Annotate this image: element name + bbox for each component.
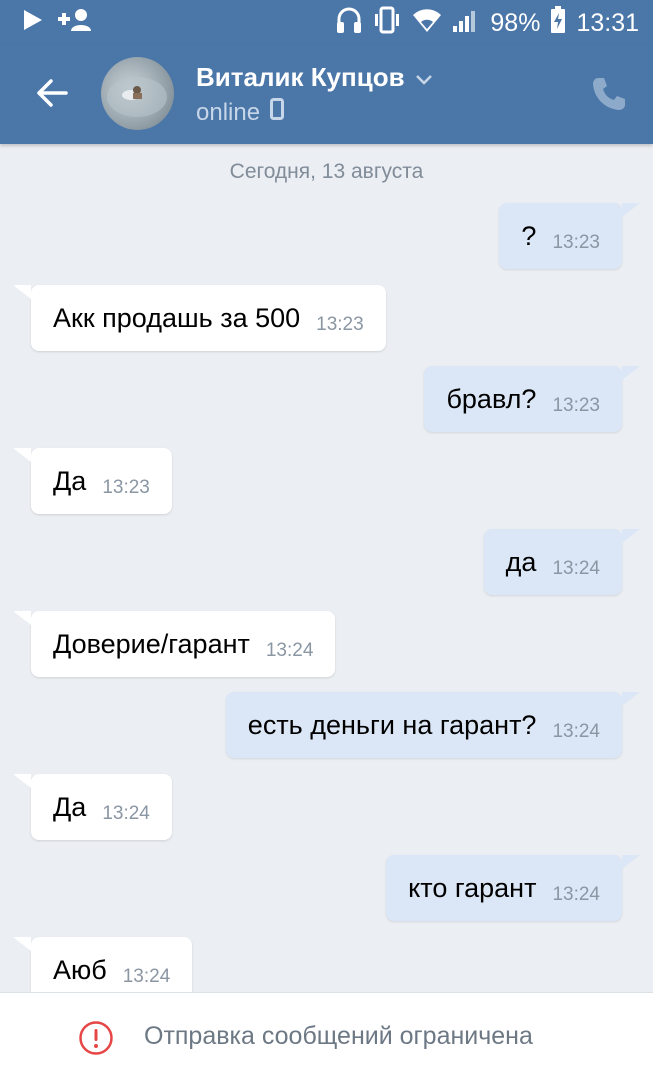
contact-status: online <box>196 98 285 127</box>
message-time: 13:24 <box>552 884 600 905</box>
message-time: 13:24 <box>552 558 600 579</box>
play-icon <box>22 8 44 37</box>
message-text: Да <box>53 791 87 822</box>
message-time: 13:24 <box>122 966 171 987</box>
signal-icon <box>452 7 480 40</box>
message-time: 13:24 <box>265 640 314 661</box>
restricted-banner: Отправка сообщений ограничена <box>0 992 653 1081</box>
back-arrow-icon[interactable] <box>34 75 70 111</box>
add-user-icon <box>58 8 92 37</box>
outgoing-message[interactable]: ? 13:23 <box>499 203 640 269</box>
outgoing-message[interactable]: есть деньги на гарант? 13:24 <box>225 692 640 758</box>
message-text: Акк продашь за 500 <box>53 302 301 333</box>
phone-icon[interactable] <box>589 74 629 114</box>
avatar[interactable] <box>101 57 174 130</box>
bubble-tail <box>13 448 31 462</box>
outgoing-message[interactable]: бравл? 13:23 <box>424 366 640 432</box>
date-separator: Сегодня, 13 августа <box>229 160 424 183</box>
message-text: ? <box>521 220 537 251</box>
battery-icon <box>550 6 566 41</box>
bubble-tail <box>13 611 31 625</box>
wifi-icon <box>412 7 442 40</box>
message-time: 13:24 <box>552 721 600 742</box>
alert-icon <box>78 1020 114 1056</box>
chat-header: Виталик Купцов online <box>0 44 653 144</box>
message-text: да <box>505 546 537 577</box>
contact-name[interactable]: Виталик Купцов <box>196 62 433 93</box>
bubble-tail <box>13 285 31 299</box>
message-text: есть деньги на гарант? <box>247 709 537 740</box>
incoming-message[interactable]: Да 13:24 <box>13 774 172 840</box>
clock: 13:31 <box>576 9 639 37</box>
message-text: Аюб <box>53 954 107 985</box>
message-time: 13:24 <box>102 803 150 824</box>
incoming-message[interactable]: Да 13:23 <box>13 448 172 514</box>
status-bar: 98% 13:31 <box>0 0 653 44</box>
contact-name-text: Виталик Купцов <box>196 62 405 92</box>
message-text: Доверие/гарант <box>53 628 250 659</box>
outgoing-message[interactable]: кто гарант 13:24 <box>386 855 640 921</box>
battery-level: 98% <box>490 9 541 37</box>
bubble-tail <box>622 692 640 706</box>
incoming-message[interactable]: Акк продашь за 500 13:23 <box>13 285 386 351</box>
message-text: кто гарант <box>408 872 537 903</box>
chevron-down-icon[interactable] <box>415 62 433 93</box>
bubble-tail <box>622 855 640 869</box>
vibrate-icon <box>372 6 402 41</box>
bubble-tail <box>622 203 640 217</box>
message-time: 13:23 <box>316 314 364 335</box>
message-time: 13:23 <box>102 477 150 498</box>
bubble-tail <box>13 937 31 951</box>
incoming-message[interactable]: Доверие/гарант 13:24 <box>13 611 336 677</box>
mobile-icon <box>270 98 285 127</box>
outgoing-message[interactable]: да 13:24 <box>483 529 640 595</box>
message-text: Да <box>53 465 87 496</box>
bubble-tail <box>13 774 31 788</box>
restricted-text: Отправка сообщений ограничена <box>144 1022 533 1050</box>
message-time: 13:23 <box>552 232 600 253</box>
bubble-tail <box>622 529 640 543</box>
bubble-tail <box>622 366 640 380</box>
status-text: online <box>196 98 261 126</box>
message-time: 13:23 <box>552 395 600 416</box>
headphones-icon <box>336 6 362 41</box>
message-text: бравл? <box>446 383 537 414</box>
